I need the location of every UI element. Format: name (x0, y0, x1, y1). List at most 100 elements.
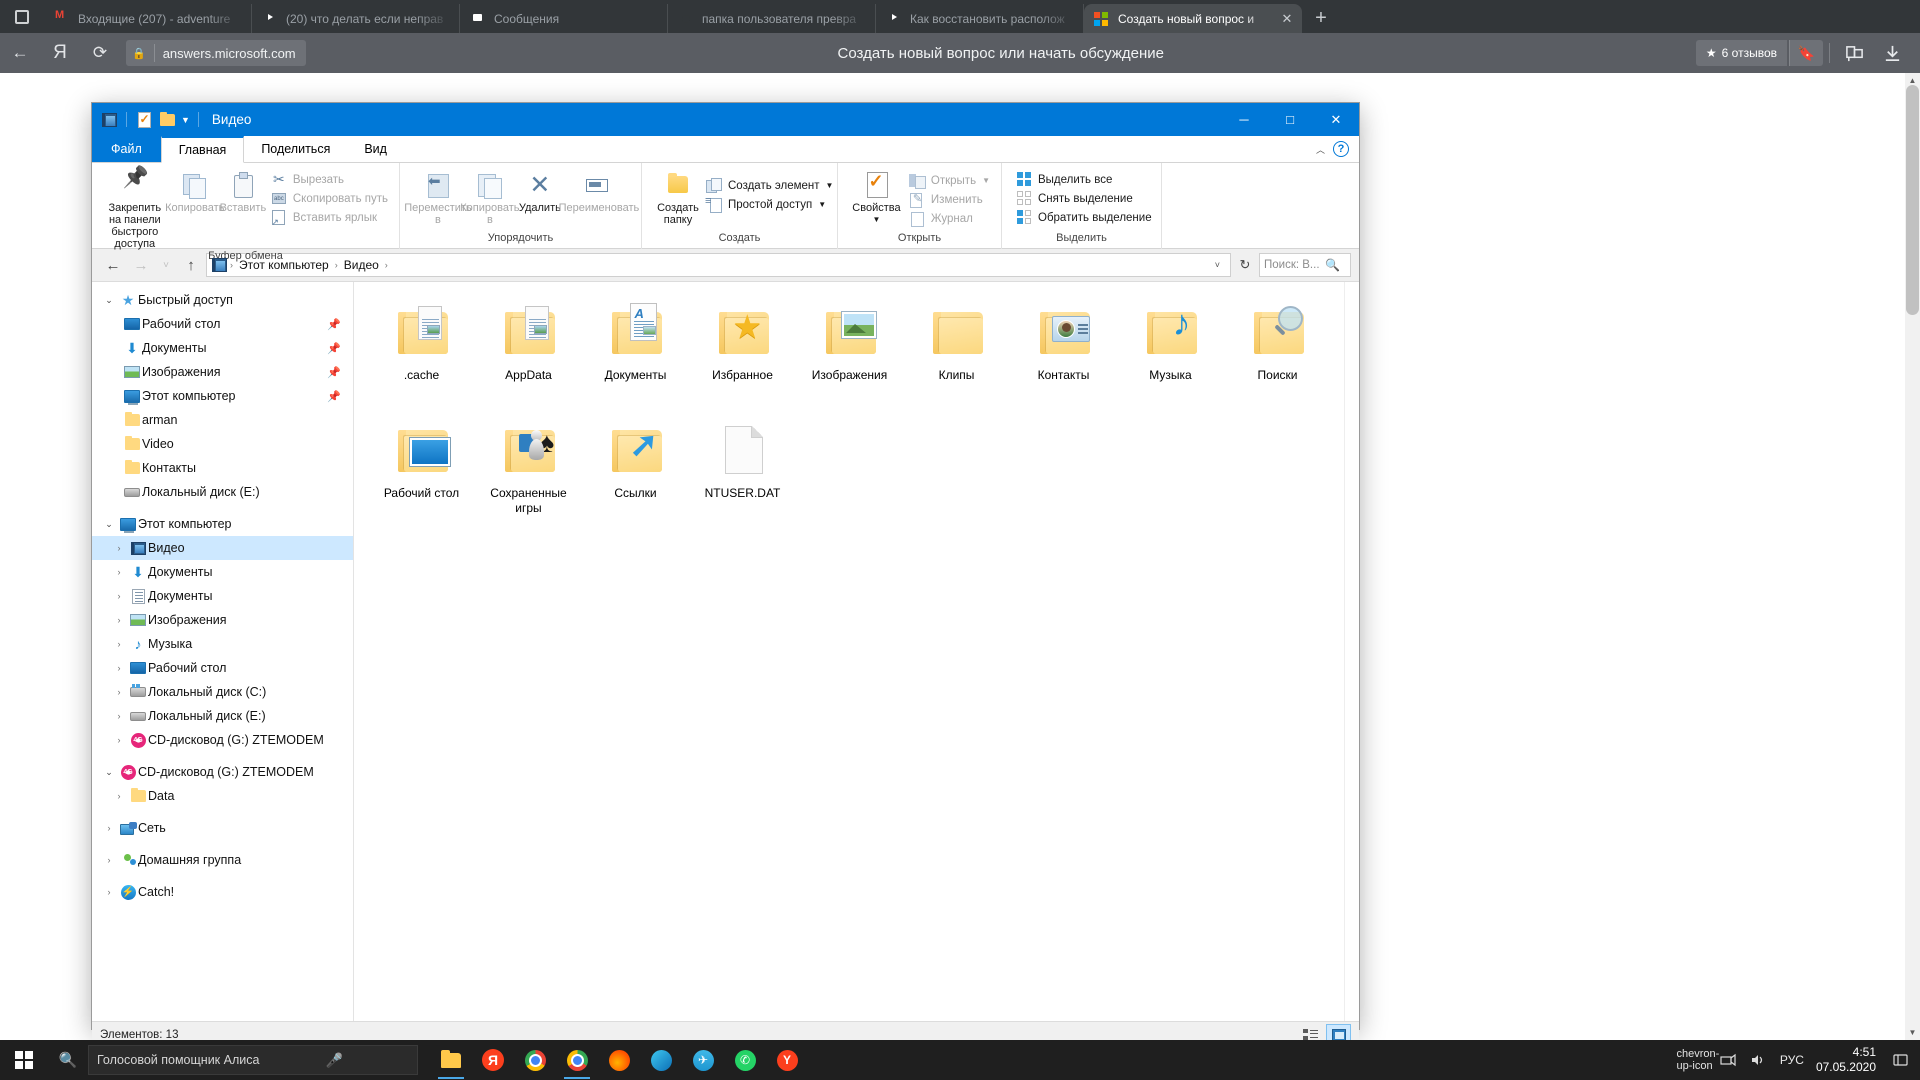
pin-icon[interactable]: 📌 (327, 390, 341, 403)
properties-icon[interactable] (135, 111, 153, 129)
chevron-right-icon[interactable]: › (100, 823, 118, 833)
chevron-down-icon[interactable]: ⌄ (100, 767, 118, 778)
clock[interactable]: 4:51 07.05.2020 (1812, 1045, 1886, 1075)
chevron-right-icon[interactable]: › (100, 855, 118, 865)
file-item[interactable]: ★ Избранное (689, 298, 796, 416)
chevron-down-icon[interactable]: ⌄ (100, 519, 118, 530)
close-button[interactable]: ✕ (1313, 103, 1359, 136)
pin-icon[interactable]: 📌 (327, 318, 341, 331)
tree-item-documents[interactable]: › Документы (92, 584, 353, 608)
cut-button[interactable]: Вырезать (267, 170, 392, 189)
properties-button[interactable]: Свойства ▼ (848, 168, 905, 226)
download-icon[interactable] (1874, 35, 1910, 71)
pin-to-quick-access-button[interactable]: Закрепить на панели быстрого доступа (99, 168, 171, 250)
tree-item-documents-downloads[interactable]: ⬇ Документы 📌 (92, 336, 353, 360)
file-item[interactable]: Поиски (1224, 298, 1331, 416)
copy-to-button[interactable]: Копировать в (460, 168, 520, 226)
chevron-right-icon[interactable]: › (110, 567, 128, 577)
refresh-button[interactable]: ↻ (1233, 253, 1257, 277)
paste-shortcut-button[interactable]: Вставить ярлык (267, 208, 392, 228)
file-item[interactable]: Рабочий стол (368, 416, 475, 534)
start-button[interactable] (0, 1040, 48, 1080)
taskbar-whatsapp[interactable]: ✆ (726, 1040, 764, 1080)
chevron-right-icon[interactable]: › (100, 887, 118, 897)
tab-list-button[interactable] (0, 0, 44, 33)
file-item[interactable]: .cache (368, 298, 475, 416)
chevron-right-icon[interactable]: › (110, 591, 128, 601)
address-bar[interactable]: 🔒 answers.microsoft.com (126, 40, 306, 66)
taskbar-yandex[interactable]: Y (768, 1040, 806, 1080)
taskbar-file-explorer[interactable] (432, 1040, 470, 1080)
file-item[interactable]: A Документы (582, 298, 689, 416)
taskbar-chrome[interactable] (516, 1040, 554, 1080)
select-all-button[interactable]: Выделить все (1012, 170, 1156, 189)
chevron-down-icon[interactable]: ▼ (872, 214, 880, 226)
paste-button[interactable]: Вставить (219, 168, 267, 214)
copy-button[interactable]: Копировать (165, 168, 224, 214)
tree-item-desktop[interactable]: Рабочий стол 📌 (92, 312, 353, 336)
tree-item-local-disk-c[interactable]: › Локальный диск (C:) (92, 680, 353, 704)
tree-item-video-folder[interactable]: Video (92, 432, 353, 456)
chevron-right-icon[interactable]: › (110, 711, 128, 721)
language-indicator[interactable]: РУС (1774, 1053, 1810, 1067)
new-folder-button[interactable]: Создать папку (654, 168, 702, 226)
tree-item-downloads[interactable]: › ⬇ Документы (92, 560, 353, 584)
tree-item-catch[interactable]: › ⚡ Catch! (92, 880, 353, 904)
history-button[interactable]: Журнал (905, 209, 994, 228)
chevron-right-icon[interactable]: › (110, 735, 128, 745)
file-item[interactable]: ➚ Ссылки (582, 416, 689, 534)
tree-item-pictures[interactable]: Изображения 📌 (92, 360, 353, 384)
breadcrumb-dropdown-icon[interactable]: ˅ (1215, 260, 1226, 270)
browser-tab[interactable]: Как восстановить располож (876, 4, 1084, 33)
browser-tab[interactable]: папка пользователя превра (668, 4, 876, 33)
select-none-button[interactable]: Снять выделение (1012, 189, 1156, 208)
explorer-title-bar[interactable]: ▼ Видео ─ □ ✕ (92, 103, 1359, 136)
taskbar-yandex-browser[interactable]: Я (474, 1040, 512, 1080)
reload-button[interactable]: ⟳ (80, 33, 120, 73)
file-item[interactable]: Изображения (796, 298, 903, 416)
taskb88ar-chrome-active[interactable] (558, 1040, 596, 1080)
tree-item-quick-access[interactable]: ⌄ ★ Быстрый доступ (92, 288, 353, 312)
tree-item-data[interactable]: › Data (92, 784, 353, 808)
page-scrollbar[interactable]: ▲ ▼ (1905, 73, 1920, 1040)
tree-item-contacts[interactable]: Контакты (92, 456, 353, 480)
chevron-right-icon[interactable]: › (110, 791, 128, 801)
tree-item-music[interactable]: › ♪ Музыка (92, 632, 353, 656)
tree-item-this-pc-qa[interactable]: Этот компьютер 📌 (92, 384, 353, 408)
tab-home[interactable]: Главная (160, 136, 245, 163)
taskbar-search[interactable]: 🔍 Голосовой помощник Алиса 🎤 (48, 1040, 418, 1080)
chevron-right-icon[interactable]: › (110, 663, 128, 673)
video-library-icon[interactable] (100, 111, 118, 129)
navigation-pane[interactable]: ⌄ ★ Быстрый доступ Рабочий стол 📌 ⬇ Доку… (92, 282, 354, 1021)
invert-selection-button[interactable]: Обратить выделение (1012, 208, 1156, 227)
taskbar-telegram[interactable]: ✈ (684, 1040, 722, 1080)
reviews-badge[interactable]: ★ 6 отзывов (1695, 40, 1787, 66)
notification-icon[interactable] (1888, 1040, 1912, 1080)
tree-item-arman[interactable]: arman (92, 408, 353, 432)
easy-access-button[interactable]: Простой доступ ▼ (702, 195, 837, 214)
file-item[interactable]: NTUSER.DAT (689, 416, 796, 534)
network-icon[interactable] (1714, 1040, 1742, 1080)
chevron-right-icon[interactable]: › (110, 543, 128, 553)
collections-icon[interactable] (1836, 35, 1872, 71)
file-pane-scrollbar[interactable] (1344, 282, 1359, 1021)
tree-item-cd-drive-root[interactable]: ⌄ 4G CD-дисковод (G:) ZTEMODEM (92, 760, 353, 784)
chevron-right-icon[interactable]: › (110, 615, 128, 625)
tree-item-local-disk-e[interactable]: › Локальный диск (E:) (92, 704, 353, 728)
tree-item-cd-drive-g[interactable]: › 4G CD-дисковод (G:) ZTEMODEM (92, 728, 353, 752)
tree-item-desktop-pc[interactable]: › Рабочий стол (92, 656, 353, 680)
edit-button[interactable]: Изменить (905, 190, 994, 209)
chevron-up-icon[interactable]: ︿ (1316, 143, 1325, 156)
new-tab-button[interactable]: + (1302, 4, 1340, 33)
scroll-down-icon[interactable]: ▼ (1905, 1025, 1920, 1040)
tree-item-pictures-pc[interactable]: › Изображения (92, 608, 353, 632)
tree-item-this-pc[interactable]: ⌄ Этот компьютер (92, 512, 353, 536)
taskbar-firefox[interactable] (600, 1040, 638, 1080)
pin-icon[interactable]: 📌 (327, 342, 341, 355)
file-list-pane[interactable]: .cache AppData A Документы ★ Избранное И… (354, 282, 1359, 1021)
file-item[interactable]: Клипы (903, 298, 1010, 416)
help-icon[interactable]: ? (1333, 141, 1349, 157)
tab-view[interactable]: Вид (347, 136, 404, 162)
search-input[interactable]: Голосовой помощник Алиса 🎤 (88, 1045, 418, 1075)
tree-item-local-disk-e-qa[interactable]: Локальный диск (E:) (92, 480, 353, 504)
